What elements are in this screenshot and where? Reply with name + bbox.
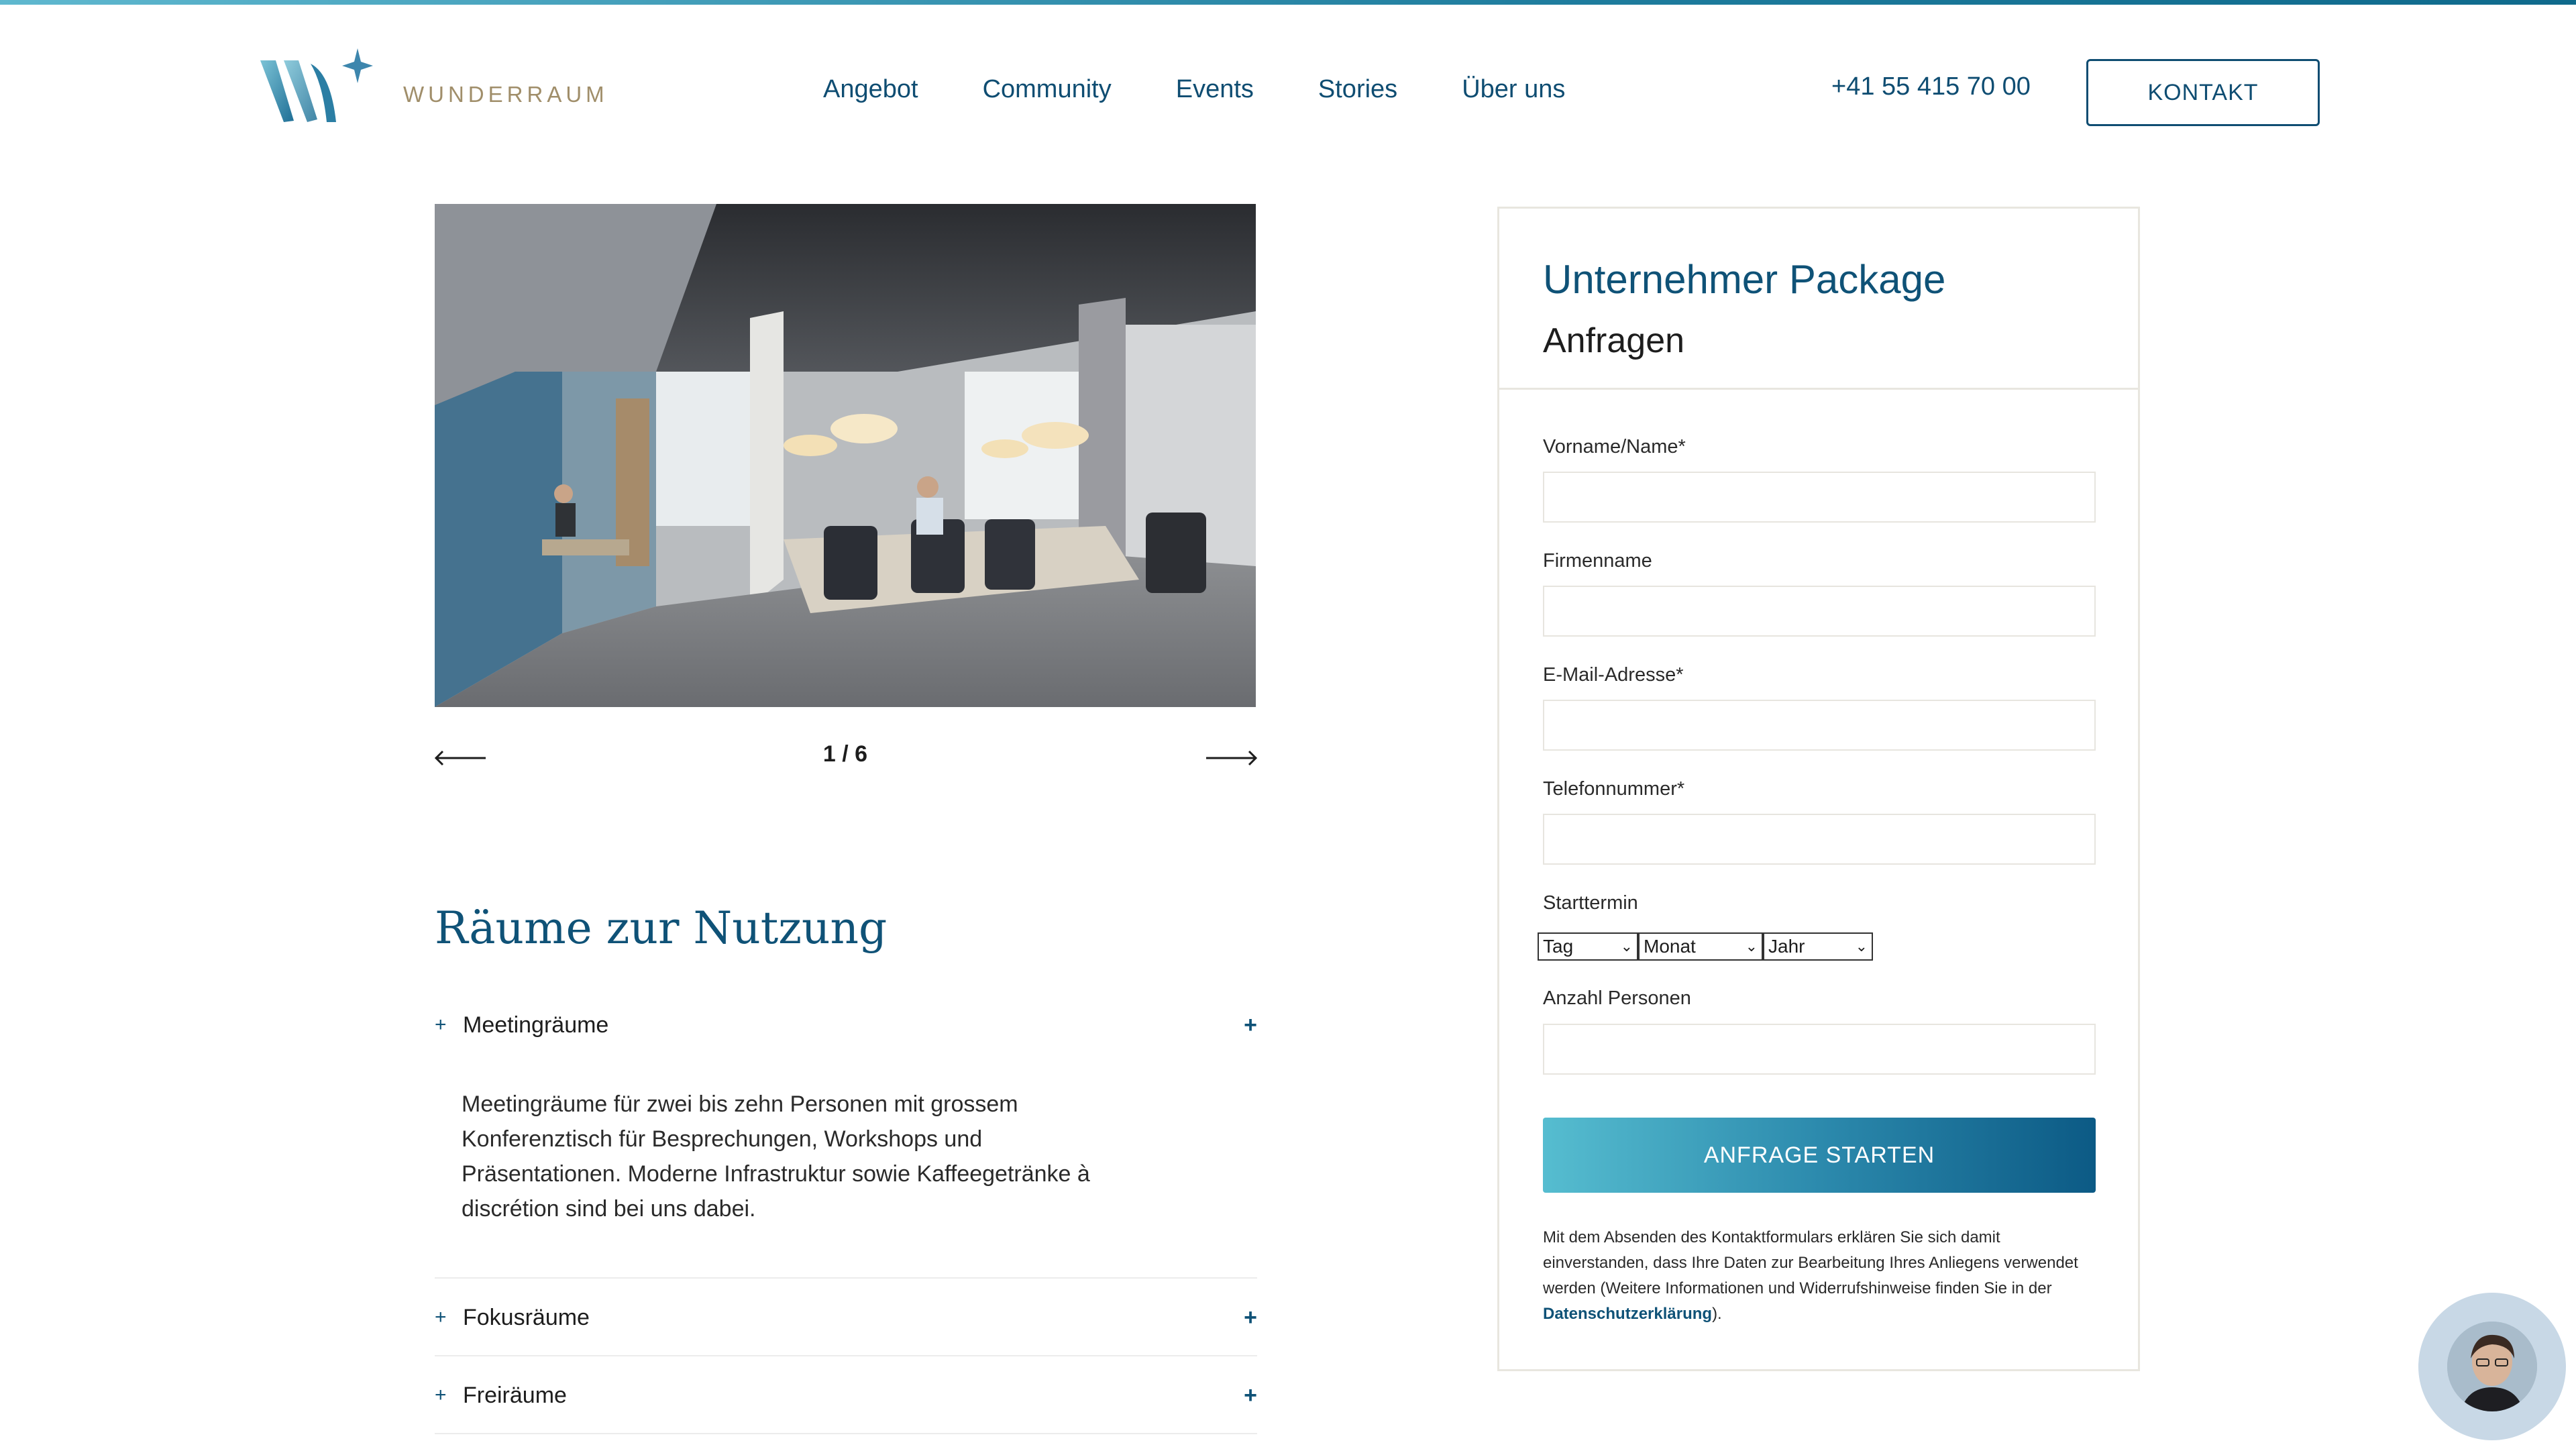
accordion-label: Fokusräume	[463, 1304, 590, 1330]
nav-item-events[interactable]: Events	[1176, 75, 1254, 104]
rooms-section-title: Räume zur Nutzung	[435, 902, 888, 954]
accordion-description: Meetingräume für zwei bis zehn Personen …	[462, 1091, 1090, 1222]
nav-item-angebot[interactable]: Angebot	[823, 75, 918, 104]
gallery-counter: 1 / 6	[822, 741, 868, 767]
chevron-down-icon: ⌄	[1855, 938, 1868, 955]
form-title: Unternehmer Package	[1543, 257, 1946, 302]
form-subtitle: Anfragen	[1543, 321, 1685, 360]
accordion-label: Meetingräume	[463, 1012, 609, 1038]
gallery-next-arrow-icon[interactable]	[1205, 746, 1258, 770]
accordion-label: Freiräume	[463, 1382, 567, 1408]
accordion-item-meetingraeume[interactable]: + Meetingräume +	[435, 1005, 1257, 1045]
top-accent-stripe	[0, 0, 2576, 5]
wunderraum-logo-icon[interactable]	[257, 47, 374, 131]
main-nav: Angebot Community Events Stories Über un…	[823, 75, 1565, 104]
name-label: Vorname/Name*	[1543, 436, 1686, 458]
avatar	[2447, 1322, 2537, 1411]
chevron-down-icon: ⌄	[1620, 938, 1633, 955]
nav-item-stories[interactable]: Stories	[1318, 75, 1397, 104]
nav-item-ueber-uns[interactable]: Über uns	[1462, 75, 1565, 104]
office-photo	[435, 204, 1256, 707]
plus-icon: +	[435, 1306, 447, 1328]
divider	[435, 1433, 1257, 1434]
nav-item-community[interactable]: Community	[983, 75, 1112, 104]
plus-icon: +	[435, 1014, 447, 1036]
email-field[interactable]	[1543, 700, 2096, 751]
privacy-policy-link[interactable]: Datenschutzerklärung	[1543, 1305, 1712, 1323]
phone-link[interactable]: +41 55 415 70 00	[1831, 72, 2031, 101]
consent-text: Mit dem Absenden des Kontaktformulars er…	[1543, 1228, 2078, 1323]
year-select[interactable]: Jahr ⌄	[1763, 932, 1873, 961]
company-field[interactable]	[1543, 586, 2096, 637]
expand-plus-icon[interactable]: +	[1244, 1305, 1257, 1331]
submit-button[interactable]: ANFRAGE STARTEN	[1543, 1118, 2096, 1193]
expand-plus-icon[interactable]: +	[1244, 1383, 1257, 1409]
phone-label: Telefonnummer*	[1543, 778, 1685, 800]
name-field[interactable]	[1543, 472, 2096, 523]
accordion-item-freiraeume[interactable]: + Freiräume +	[435, 1375, 1257, 1415]
persons-label: Anzahl Personen	[1543, 987, 1691, 1009]
chat-avatar-button[interactable]	[2418, 1293, 2566, 1440]
start-date-label: Starttermin	[1543, 892, 1638, 914]
expand-plus-icon[interactable]: +	[1244, 1012, 1257, 1038]
divider	[435, 1355, 1257, 1356]
persons-field[interactable]	[1543, 1024, 2096, 1075]
divider	[435, 1277, 1257, 1279]
chevron-down-icon: ⌄	[1745, 938, 1758, 955]
month-select[interactable]: Monat ⌄	[1638, 932, 1763, 961]
day-select[interactable]: Tag ⌄	[1538, 932, 1638, 961]
phone-field[interactable]	[1543, 814, 2096, 865]
email-label: E-Mail-Adresse*	[1543, 664, 1684, 686]
form-header-divider	[1497, 388, 2140, 390]
logo-wordmark[interactable]: WUNDERRAUM	[403, 82, 608, 107]
company-label: Firmenname	[1543, 550, 1652, 572]
gallery-prev-arrow-icon[interactable]	[433, 746, 487, 770]
contact-button[interactable]: KONTAKT	[2086, 59, 2320, 126]
accordion-item-fokusraeume[interactable]: + Fokusräume +	[435, 1297, 1257, 1338]
plus-icon: +	[435, 1384, 447, 1406]
